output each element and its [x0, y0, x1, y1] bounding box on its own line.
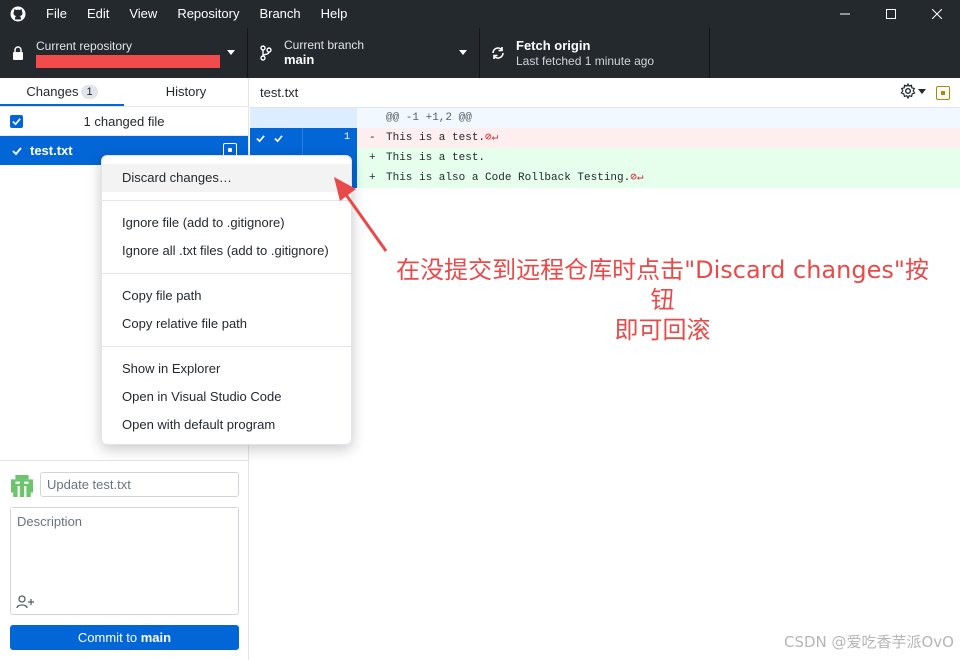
menu-item-ignore-all[interactable]: Ignore all .txt files (add to .gitignore…: [102, 237, 351, 265]
menu-item-copy-relative-path[interactable]: Copy relative file path: [102, 310, 351, 338]
maximize-icon: [886, 9, 896, 19]
diff-line-text: This is a test.: [386, 132, 486, 144]
commit-description-box: [10, 507, 239, 615]
menu-view[interactable]: View: [119, 0, 167, 28]
menu-item-open-default[interactable]: Open with default program: [102, 411, 351, 439]
last-fetched-text: Last fetched 1 minute ago: [516, 54, 655, 68]
line-gutter-selected[interactable]: 1: [250, 128, 357, 148]
diff-line-text: This is also a Code Rollback Testing.: [386, 172, 631, 184]
select-all-checkbox[interactable]: [10, 114, 23, 128]
commit-button-branch: main: [140, 630, 172, 645]
hunk-header-text: @@ -1 +1,2 @@: [357, 108, 960, 128]
annotation-line-2: 即可回滚: [614, 316, 711, 344]
commit-button-prefix: Commit to: [77, 630, 141, 645]
no-newline-icon: ⊘↵: [630, 172, 644, 184]
diff-line-text: This is a test.: [386, 152, 486, 164]
commit-button[interactable]: Commit to main: [10, 625, 239, 650]
fetch-origin-button[interactable]: Fetch origin Last fetched 1 minute ago: [480, 28, 710, 78]
file-modified-icon: [936, 86, 950, 100]
gear-icon: [900, 83, 916, 99]
current-branch-label: Current branch: [284, 38, 365, 52]
annotation-text: 在没提交到远程仓库时点击"Discard changes"按钮 即可回滚: [385, 255, 940, 345]
changed-files-count: 1 changed file: [83, 113, 165, 129]
check-icon: [256, 134, 265, 142]
github-logo-icon: [0, 0, 36, 28]
minimize-icon: [840, 13, 850, 15]
watermark: CSDN @爱吃香芋派OvO: [783, 633, 954, 651]
toolbar: Current repository Current branch main F…: [0, 28, 960, 78]
avatar: [11, 475, 33, 497]
window-controls: [822, 0, 960, 28]
diff-hunk-header: @@ -1 +1,2 @@: [250, 108, 960, 128]
diff-marker: +: [369, 152, 376, 164]
menu-branch[interactable]: Branch: [249, 0, 310, 28]
tab-changes-label: Changes: [26, 84, 79, 99]
title-bar: File Edit View Repository Branch Help: [0, 0, 960, 28]
close-button[interactable]: [914, 0, 960, 28]
commit-summary-input[interactable]: [40, 472, 239, 497]
minimize-button[interactable]: [822, 0, 868, 28]
check-icon: [274, 134, 283, 142]
diff-settings-button[interactable]: [900, 83, 926, 99]
tab-history[interactable]: History: [124, 78, 248, 106]
fetch-origin-label: Fetch origin: [516, 38, 591, 53]
tab-changes[interactable]: Changes 1: [0, 78, 124, 106]
add-coauthor-icon[interactable]: [16, 594, 36, 610]
repository-name-redacted: [36, 54, 220, 68]
check-icon: [12, 117, 21, 125]
chevron-down-icon: [459, 50, 467, 55]
commit-area: Commit to main: [0, 460, 248, 660]
diff-file-name: test.txt: [260, 85, 299, 100]
menu-divider: [102, 273, 351, 274]
current-branch-button[interactable]: Current branch main: [248, 28, 480, 78]
menu-item-copy-path[interactable]: Copy file path: [102, 282, 351, 310]
menu-item-show-in-explorer[interactable]: Show in Explorer: [102, 355, 351, 383]
no-newline-icon: ⊘↵: [485, 132, 499, 144]
maximize-button[interactable]: [868, 0, 914, 28]
diff-header: test.txt: [250, 78, 960, 108]
changes-count-badge: 1: [81, 85, 98, 99]
commit-description-input[interactable]: [11, 508, 238, 588]
menu-item-discard-changes[interactable]: Discard changes…: [102, 164, 351, 192]
lock-icon: [0, 45, 36, 61]
menu-help[interactable]: Help: [311, 0, 358, 28]
file-context-menu: Discard changes… Ignore file (add to .gi…: [101, 155, 352, 445]
annotation-arrow-icon: [334, 177, 388, 252]
menu-divider: [102, 200, 351, 201]
chevron-down-icon: [227, 50, 235, 55]
tab-history-label: History: [165, 84, 207, 99]
sync-icon: [480, 45, 516, 61]
file-name: test.txt: [30, 143, 73, 158]
menu-divider: [102, 346, 351, 347]
menu-edit[interactable]: Edit: [77, 0, 119, 28]
annotation-line-1: 在没提交到远程仓库时点击"Discard changes"按钮: [396, 256, 929, 314]
changed-files-header: 1 changed file: [0, 107, 248, 136]
branch-icon: [248, 45, 284, 61]
close-icon: [932, 9, 942, 19]
current-repository-button[interactable]: Current repository: [0, 28, 248, 78]
sidebar-tabs: Changes 1 History: [0, 78, 248, 107]
diff-line-deleted[interactable]: 1 - This is a test.⊘↵: [250, 128, 960, 148]
diff-line-added[interactable]: + This is a test.: [250, 148, 960, 168]
menu-bar: File Edit View Repository Branch Help: [36, 0, 357, 28]
menu-file[interactable]: File: [36, 0, 77, 28]
menu-item-open-vscode[interactable]: Open in Visual Studio Code: [102, 383, 351, 411]
check-icon: [11, 146, 22, 155]
current-branch-name: main: [284, 52, 315, 67]
diff-marker: -: [369, 132, 376, 144]
current-repository-label: Current repository: [36, 38, 133, 53]
menu-repository[interactable]: Repository: [167, 0, 249, 28]
diff-view: test.txt @@ -1 +1,2 @@ 1 - This is a test…: [250, 78, 960, 660]
file-include-checkbox[interactable]: [10, 144, 23, 157]
chevron-down-icon: [918, 88, 926, 94]
line-number: 1: [343, 132, 350, 143]
menu-item-ignore-file[interactable]: Ignore file (add to .gitignore): [102, 209, 351, 237]
